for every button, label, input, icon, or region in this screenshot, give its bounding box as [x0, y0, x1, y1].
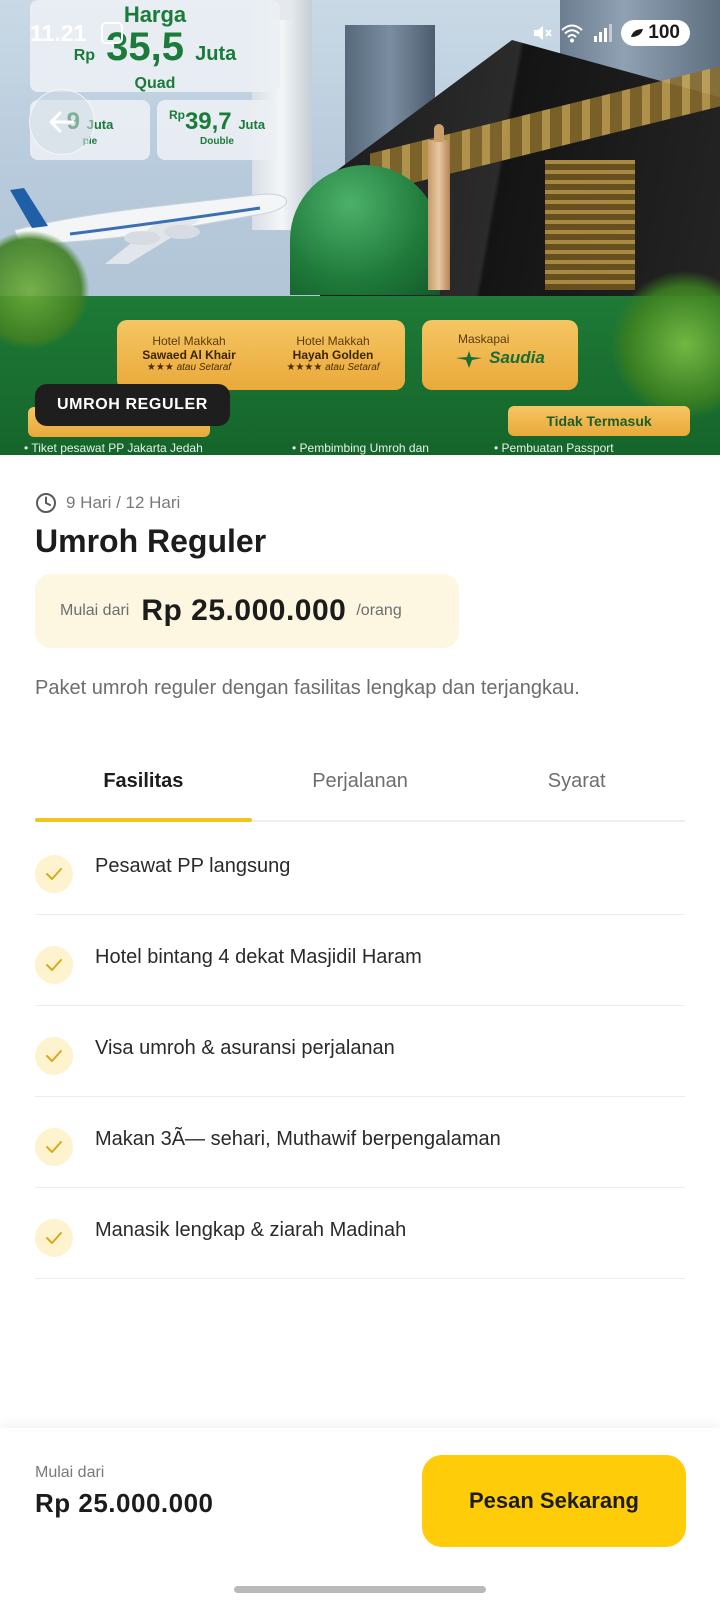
duration-row: 9 Hari / 12 Hari: [35, 492, 180, 514]
banner-hotel-2-label: Hotel Makkah: [296, 334, 370, 348]
hero-kaaba-door: [545, 160, 635, 290]
bottom-price-label: Mulai dari: [35, 1464, 105, 1481]
list-item: Manasik lengkap & ziarah Madinah: [35, 1188, 685, 1279]
list-item: Makan 3Ã— sehari, Muthawif berpengalaman: [35, 1097, 685, 1188]
price-label: Mulai dari: [60, 602, 130, 619]
arrow-left-icon: [49, 111, 75, 133]
list-item-text: Makan 3Ã— sehari, Muthawif berpengalaman: [95, 1127, 501, 1150]
back-button[interactable]: [29, 89, 95, 155]
check-icon: [35, 1128, 73, 1166]
banner-hotel-2-stars: ★★★★ atau Setaraf: [286, 362, 380, 373]
clock-icon: [36, 493, 56, 513]
status-bar: 11.21 100: [0, 0, 720, 64]
check-icon: [35, 855, 73, 893]
duration-text: 9 Hari / 12 Hari: [66, 493, 181, 512]
list-item-text: Hotel bintang 4 dekat Masjidil Haram: [95, 945, 422, 968]
banner-hotel-1: Hotel Makkah Sawaed Al Khair ★★★ atau Se…: [117, 320, 261, 390]
banner-double-room: Double: [200, 136, 234, 147]
banner-hotel-1-stars: ★★★ atau Setaraf: [146, 362, 232, 373]
order-now-button[interactable]: Pesan Sekarang: [422, 1455, 686, 1547]
hero-minaret: [428, 124, 450, 290]
category-badge: UMROH REGULER: [35, 384, 230, 426]
status-icons: 100: [531, 20, 690, 46]
tab-perjalanan[interactable]: Perjalanan: [252, 758, 469, 820]
home-indicator[interactable]: [234, 1586, 486, 1593]
bottom-bar: Mulai dari Rp 25.000.000 Pesan Sekarang: [0, 1428, 720, 1600]
banner-double-price: 39,7: [184, 108, 232, 135]
status-time: 11.21: [30, 20, 87, 46]
list-item: Visa umroh & asuransi perjalanan: [35, 1006, 685, 1097]
tab-syarat[interactable]: Syarat: [468, 758, 685, 820]
saudia-logo-icon: [456, 350, 483, 368]
tab-fasilitas[interactable]: Fasilitas: [35, 758, 252, 822]
banner-hotel-1-label: Hotel Makkah: [152, 334, 226, 348]
banner-hotel-2: Hotel Makkah Hayah Golden ★★★★ atau Seta…: [261, 320, 405, 390]
signal-icon: [594, 24, 613, 42]
screenshot-icon: [101, 22, 123, 44]
price-value: Rp 25.000.000: [141, 594, 347, 627]
check-icon: [35, 1037, 73, 1075]
price-box: Mulai dari Rp 25.000.000 /orang: [35, 574, 459, 648]
tab-bar: Fasilitas Perjalanan Syarat: [35, 758, 685, 822]
banner-hotel-1-name: Sawaed Al Khair: [142, 348, 236, 362]
wifi-icon: [561, 24, 583, 43]
banner-double-prefix: Rp: [168, 108, 185, 122]
banner-hotel-card: Hotel Makkah Sawaed Al Khair ★★★ atau Se…: [117, 320, 405, 390]
banner-bullet-3: • Pembuatan Passport: [494, 441, 614, 455]
battery-saver-icon: [631, 29, 644, 37]
battery-level: 100: [648, 22, 680, 43]
banner-bullet-2: • Pembimbing Umroh dan: [292, 441, 429, 455]
banner-double-unit: Juta: [238, 117, 266, 132]
battery-indicator: 100: [621, 20, 690, 46]
banner-not-included: Tidak Termasuk: [508, 406, 690, 436]
bottom-price-value: Rp 25.000.000: [35, 1488, 214, 1518]
facility-list: Pesawat PP langsung Hotel bintang 4 deka…: [35, 824, 685, 1279]
list-item: Pesawat PP langsung: [35, 824, 685, 915]
package-description: Paket umroh reguler dengan fasilitas len…: [35, 677, 580, 699]
mute-icon: [534, 26, 553, 40]
banner-hotel-2-name: Hayah Golden: [292, 348, 374, 362]
banner-airline-label: Maskapai: [458, 332, 510, 346]
check-icon: [35, 1219, 73, 1257]
banner-airline-card: Maskapai Saudia: [422, 320, 578, 390]
package-title: Umroh Reguler: [35, 523, 267, 559]
list-item: Hotel bintang 4 dekat Masjidil Haram: [35, 915, 685, 1006]
banner-bullet-1: • Tiket pesawat PP Jakarta Jedah: [24, 441, 203, 455]
banner-price-double: Rp39,7 Juta Double: [157, 100, 277, 160]
check-icon: [35, 946, 73, 984]
list-item-text: Pesawat PP langsung: [95, 854, 291, 877]
list-item-text: Visa umroh & asuransi perjalanan: [95, 1036, 395, 1059]
banner-airline-name: Saudia: [489, 348, 545, 367]
list-item-text: Manasik lengkap & ziarah Madinah: [95, 1218, 407, 1241]
price-unit: /orang: [356, 602, 402, 619]
